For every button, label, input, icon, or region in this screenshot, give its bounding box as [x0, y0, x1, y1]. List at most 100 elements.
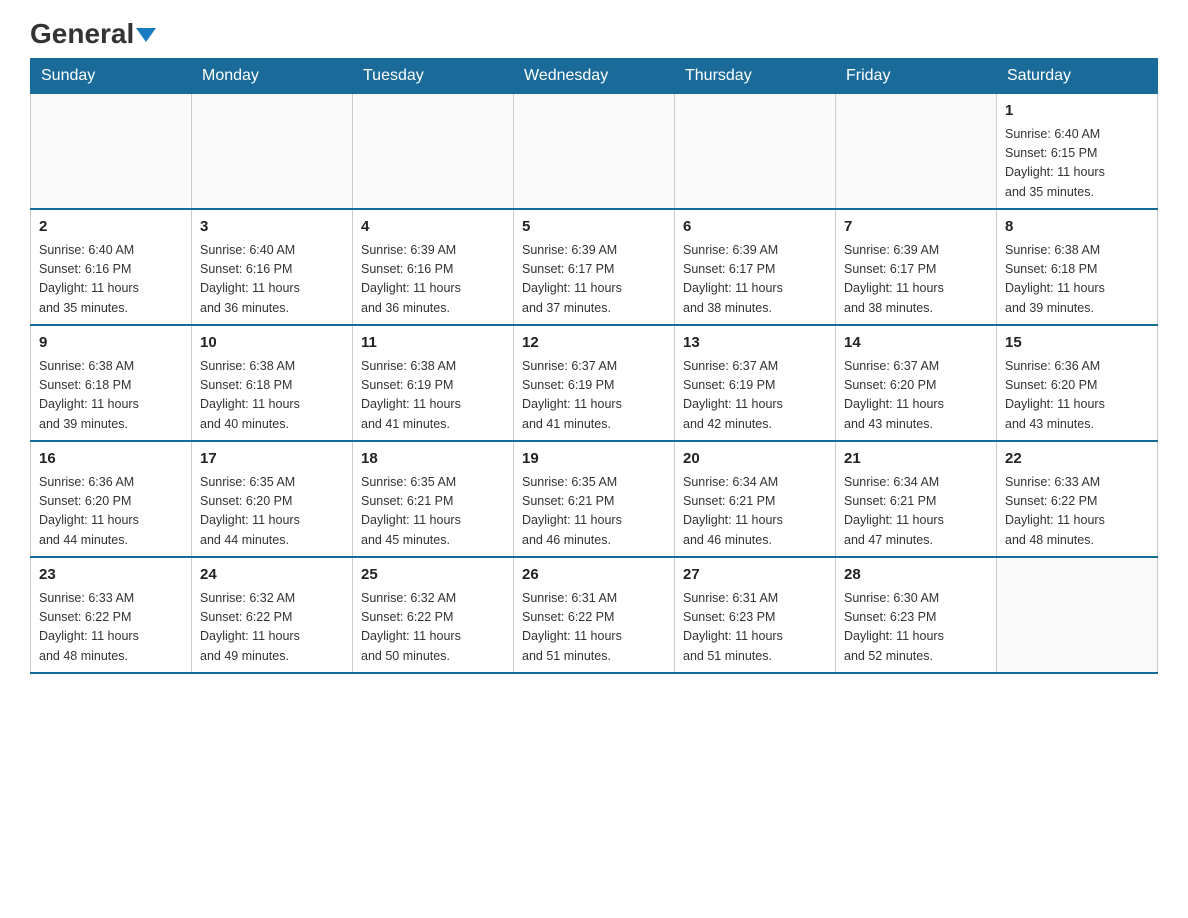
day-info: Sunrise: 6:32 AMSunset: 6:22 PMDaylight:… — [200, 589, 344, 667]
day-number: 25 — [361, 564, 505, 587]
day-number: 1 — [1005, 100, 1149, 123]
calendar-day-cell: 21Sunrise: 6:34 AMSunset: 6:21 PMDayligh… — [836, 441, 997, 557]
calendar-day-cell: 4Sunrise: 6:39 AMSunset: 6:16 PMDaylight… — [353, 209, 514, 325]
day-info: Sunrise: 6:38 AMSunset: 6:19 PMDaylight:… — [361, 357, 505, 435]
day-info: Sunrise: 6:36 AMSunset: 6:20 PMDaylight:… — [39, 473, 183, 551]
calendar-day-cell: 13Sunrise: 6:37 AMSunset: 6:19 PMDayligh… — [675, 325, 836, 441]
calendar-day-cell: 20Sunrise: 6:34 AMSunset: 6:21 PMDayligh… — [675, 441, 836, 557]
calendar-day-cell: 8Sunrise: 6:38 AMSunset: 6:18 PMDaylight… — [997, 209, 1158, 325]
weekday-thursday: Thursday — [675, 59, 836, 94]
day-info: Sunrise: 6:40 AMSunset: 6:15 PMDaylight:… — [1005, 125, 1149, 203]
day-number: 20 — [683, 448, 827, 471]
weekday-wednesday: Wednesday — [514, 59, 675, 94]
day-info: Sunrise: 6:37 AMSunset: 6:20 PMDaylight:… — [844, 357, 988, 435]
day-number: 4 — [361, 216, 505, 239]
day-info: Sunrise: 6:38 AMSunset: 6:18 PMDaylight:… — [39, 357, 183, 435]
calendar-day-cell: 23Sunrise: 6:33 AMSunset: 6:22 PMDayligh… — [31, 557, 192, 673]
page-header: General — [30, 20, 1158, 48]
logo-arrow-icon — [136, 28, 156, 42]
day-number: 26 — [522, 564, 666, 587]
day-info: Sunrise: 6:34 AMSunset: 6:21 PMDaylight:… — [683, 473, 827, 551]
calendar-body: 1Sunrise: 6:40 AMSunset: 6:15 PMDaylight… — [31, 94, 1158, 674]
calendar-day-cell: 22Sunrise: 6:33 AMSunset: 6:22 PMDayligh… — [997, 441, 1158, 557]
day-info: Sunrise: 6:33 AMSunset: 6:22 PMDaylight:… — [1005, 473, 1149, 551]
calendar-week-row: 23Sunrise: 6:33 AMSunset: 6:22 PMDayligh… — [31, 557, 1158, 673]
calendar-day-cell: 15Sunrise: 6:36 AMSunset: 6:20 PMDayligh… — [997, 325, 1158, 441]
day-info: Sunrise: 6:35 AMSunset: 6:20 PMDaylight:… — [200, 473, 344, 551]
day-info: Sunrise: 6:37 AMSunset: 6:19 PMDaylight:… — [522, 357, 666, 435]
calendar-day-cell: 19Sunrise: 6:35 AMSunset: 6:21 PMDayligh… — [514, 441, 675, 557]
day-info: Sunrise: 6:37 AMSunset: 6:19 PMDaylight:… — [683, 357, 827, 435]
day-info: Sunrise: 6:32 AMSunset: 6:22 PMDaylight:… — [361, 589, 505, 667]
calendar-day-cell: 27Sunrise: 6:31 AMSunset: 6:23 PMDayligh… — [675, 557, 836, 673]
day-number: 10 — [200, 332, 344, 355]
day-info: Sunrise: 6:39 AMSunset: 6:17 PMDaylight:… — [683, 241, 827, 319]
calendar-day-cell — [514, 94, 675, 210]
weekday-saturday: Saturday — [997, 59, 1158, 94]
calendar-day-cell — [836, 94, 997, 210]
calendar-day-cell: 11Sunrise: 6:38 AMSunset: 6:19 PMDayligh… — [353, 325, 514, 441]
day-info: Sunrise: 6:39 AMSunset: 6:17 PMDaylight:… — [844, 241, 988, 319]
calendar-day-cell: 2Sunrise: 6:40 AMSunset: 6:16 PMDaylight… — [31, 209, 192, 325]
day-number: 19 — [522, 448, 666, 471]
logo: General — [30, 20, 156, 48]
day-number: 27 — [683, 564, 827, 587]
day-number: 12 — [522, 332, 666, 355]
calendar-week-row: 16Sunrise: 6:36 AMSunset: 6:20 PMDayligh… — [31, 441, 1158, 557]
day-number: 17 — [200, 448, 344, 471]
day-info: Sunrise: 6:38 AMSunset: 6:18 PMDaylight:… — [200, 357, 344, 435]
day-number: 7 — [844, 216, 988, 239]
day-number: 21 — [844, 448, 988, 471]
day-info: Sunrise: 6:31 AMSunset: 6:23 PMDaylight:… — [683, 589, 827, 667]
calendar-day-cell: 16Sunrise: 6:36 AMSunset: 6:20 PMDayligh… — [31, 441, 192, 557]
day-info: Sunrise: 6:35 AMSunset: 6:21 PMDaylight:… — [522, 473, 666, 551]
day-info: Sunrise: 6:39 AMSunset: 6:17 PMDaylight:… — [522, 241, 666, 319]
weekday-monday: Monday — [192, 59, 353, 94]
calendar-day-cell: 7Sunrise: 6:39 AMSunset: 6:17 PMDaylight… — [836, 209, 997, 325]
day-number: 15 — [1005, 332, 1149, 355]
day-info: Sunrise: 6:33 AMSunset: 6:22 PMDaylight:… — [39, 589, 183, 667]
day-info: Sunrise: 6:34 AMSunset: 6:21 PMDaylight:… — [844, 473, 988, 551]
day-number: 22 — [1005, 448, 1149, 471]
weekday-friday: Friday — [836, 59, 997, 94]
calendar-day-cell — [353, 94, 514, 210]
calendar-day-cell: 26Sunrise: 6:31 AMSunset: 6:22 PMDayligh… — [514, 557, 675, 673]
day-number: 8 — [1005, 216, 1149, 239]
day-number: 18 — [361, 448, 505, 471]
calendar-table: Sunday Monday Tuesday Wednesday Thursday… — [30, 58, 1158, 674]
day-info: Sunrise: 6:36 AMSunset: 6:20 PMDaylight:… — [1005, 357, 1149, 435]
calendar-day-cell: 28Sunrise: 6:30 AMSunset: 6:23 PMDayligh… — [836, 557, 997, 673]
calendar-day-cell: 1Sunrise: 6:40 AMSunset: 6:15 PMDaylight… — [997, 94, 1158, 210]
day-number: 5 — [522, 216, 666, 239]
weekday-header-row: Sunday Monday Tuesday Wednesday Thursday… — [31, 59, 1158, 94]
calendar-week-row: 2Sunrise: 6:40 AMSunset: 6:16 PMDaylight… — [31, 209, 1158, 325]
calendar-day-cell: 5Sunrise: 6:39 AMSunset: 6:17 PMDaylight… — [514, 209, 675, 325]
day-number: 2 — [39, 216, 183, 239]
day-number: 9 — [39, 332, 183, 355]
calendar-day-cell: 6Sunrise: 6:39 AMSunset: 6:17 PMDaylight… — [675, 209, 836, 325]
calendar-week-row: 1Sunrise: 6:40 AMSunset: 6:15 PMDaylight… — [31, 94, 1158, 210]
calendar-header: Sunday Monday Tuesday Wednesday Thursday… — [31, 59, 1158, 94]
calendar-day-cell: 24Sunrise: 6:32 AMSunset: 6:22 PMDayligh… — [192, 557, 353, 673]
day-number: 16 — [39, 448, 183, 471]
calendar-day-cell: 17Sunrise: 6:35 AMSunset: 6:20 PMDayligh… — [192, 441, 353, 557]
day-info: Sunrise: 6:40 AMSunset: 6:16 PMDaylight:… — [39, 241, 183, 319]
day-number: 23 — [39, 564, 183, 587]
day-number: 13 — [683, 332, 827, 355]
calendar-day-cell: 10Sunrise: 6:38 AMSunset: 6:18 PMDayligh… — [192, 325, 353, 441]
day-number: 6 — [683, 216, 827, 239]
day-info: Sunrise: 6:40 AMSunset: 6:16 PMDaylight:… — [200, 241, 344, 319]
day-number: 11 — [361, 332, 505, 355]
calendar-day-cell: 3Sunrise: 6:40 AMSunset: 6:16 PMDaylight… — [192, 209, 353, 325]
day-number: 28 — [844, 564, 988, 587]
calendar-day-cell — [675, 94, 836, 210]
day-number: 14 — [844, 332, 988, 355]
calendar-day-cell: 14Sunrise: 6:37 AMSunset: 6:20 PMDayligh… — [836, 325, 997, 441]
day-number: 3 — [200, 216, 344, 239]
calendar-day-cell: 18Sunrise: 6:35 AMSunset: 6:21 PMDayligh… — [353, 441, 514, 557]
day-info: Sunrise: 6:31 AMSunset: 6:22 PMDaylight:… — [522, 589, 666, 667]
day-info: Sunrise: 6:39 AMSunset: 6:16 PMDaylight:… — [361, 241, 505, 319]
weekday-tuesday: Tuesday — [353, 59, 514, 94]
calendar-week-row: 9Sunrise: 6:38 AMSunset: 6:18 PMDaylight… — [31, 325, 1158, 441]
calendar-day-cell: 9Sunrise: 6:38 AMSunset: 6:18 PMDaylight… — [31, 325, 192, 441]
